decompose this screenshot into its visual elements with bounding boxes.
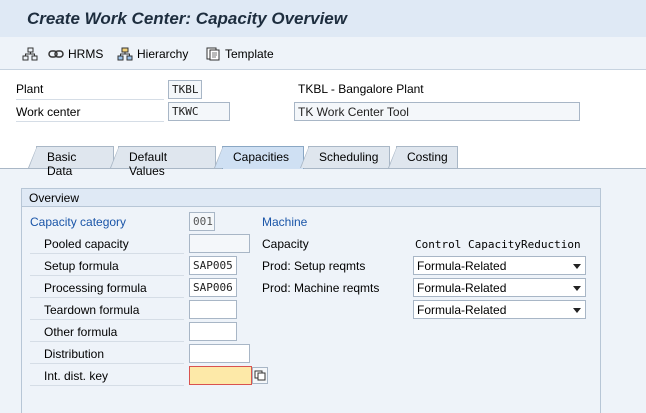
chevron-down-icon (573, 286, 581, 291)
plant-description: TKBL - Bangalore Plant (298, 82, 424, 96)
other-formula-field[interactable] (189, 322, 237, 341)
distribution-label: Distribution (44, 347, 105, 361)
teardown-formula-field[interactable] (189, 300, 237, 319)
setup-formula-label: Setup formula (44, 259, 119, 273)
plant-label: Plant (16, 82, 44, 96)
tab-default-values[interactable]: Default Values (110, 146, 216, 178)
row-divider (30, 385, 184, 386)
window-title: Create Work Center: Capacity Overview (27, 9, 347, 28)
hrms-button[interactable]: HRMS (48, 45, 103, 63)
pooled-capacity-label: Pooled capacity (44, 237, 129, 251)
row-divider (30, 363, 184, 364)
tab-costing[interactable]: Costing (388, 146, 458, 168)
teardown-formula-label: Teardown formula (44, 303, 140, 317)
hrms-label: HRMS (68, 47, 104, 61)
control-capacity-reduction-header: Control CapacityReduction (415, 238, 581, 251)
setup-reduction-value: Formula-Related (417, 259, 507, 273)
hierarchy-label: Hierarchy (137, 47, 189, 61)
pooled-capacity-field[interactable] (189, 234, 250, 253)
prod-setup-reqmts-label: Prod: Setup reqmts (262, 259, 366, 273)
prod-machine-reqmts-label: Prod: Machine reqmts (262, 281, 380, 295)
chevron-down-icon (573, 308, 581, 313)
work-center-label: Work center (16, 105, 81, 119)
capacity-category-label: Capacity category (30, 215, 127, 229)
capacity-column-header: Capacity (262, 237, 309, 251)
processing-formula-field[interactable]: SAP006 (189, 278, 237, 297)
application-toolbar: HRMS Hierarchy Template (0, 37, 646, 70)
template-button[interactable]: Template (205, 45, 274, 63)
distribution-field[interactable] (189, 344, 250, 363)
tab-basic-data[interactable]: Basic Data (28, 146, 114, 178)
capacity-category-description: Machine (262, 215, 308, 229)
chevron-down-icon (573, 264, 581, 269)
overview-group-title: Overview (22, 189, 600, 207)
teardown-reduction-value: Formula-Related (417, 303, 507, 317)
org-structure-button[interactable] (22, 45, 38, 63)
other-formula-label: Other formula (44, 325, 118, 339)
machine-reduction-value: Formula-Related (417, 281, 507, 295)
setup-reduction-dropdown[interactable]: Formula-Related (413, 256, 586, 275)
row-divider (30, 275, 184, 276)
tab-capacities[interactable]: Capacities (214, 146, 304, 169)
machine-reduction-dropdown[interactable]: Formula-Related (413, 278, 586, 297)
document-copy-icon (205, 47, 221, 61)
setup-formula-field[interactable]: SAP005 (189, 256, 237, 275)
plant-field[interactable]: TKBL (168, 80, 202, 99)
row-divider (30, 341, 184, 342)
capacity-category-field[interactable]: 001 (189, 212, 215, 231)
row-divider (30, 319, 184, 320)
row-divider (30, 253, 184, 254)
template-label: Template (225, 47, 274, 61)
hierarchy-icon (117, 47, 133, 61)
teardown-reduction-dropdown[interactable]: Formula-Related (413, 300, 586, 319)
tab-strip: Basic Data Default Values Capacities Sch… (0, 146, 646, 178)
work-center-description-field[interactable]: TK Work Center Tool (294, 102, 580, 121)
value-help-icon (253, 370, 267, 386)
int-dist-key-field[interactable] (189, 366, 252, 385)
processing-formula-label: Processing formula (44, 281, 147, 295)
row-divider (16, 99, 164, 100)
title-bar: Create Work Center: Capacity Overview (0, 0, 646, 37)
hierarchy-button[interactable]: Hierarchy (117, 45, 188, 63)
work-center-field[interactable]: TKWC (168, 102, 230, 121)
tab-scheduling[interactable]: Scheduling (300, 146, 390, 168)
row-divider (30, 297, 184, 298)
org-structure-icon (22, 47, 38, 61)
value-help-button[interactable] (252, 367, 268, 384)
int-dist-key-label: Int. dist. key (44, 369, 109, 383)
row-divider (16, 121, 164, 122)
chain-link-icon (48, 47, 64, 61)
